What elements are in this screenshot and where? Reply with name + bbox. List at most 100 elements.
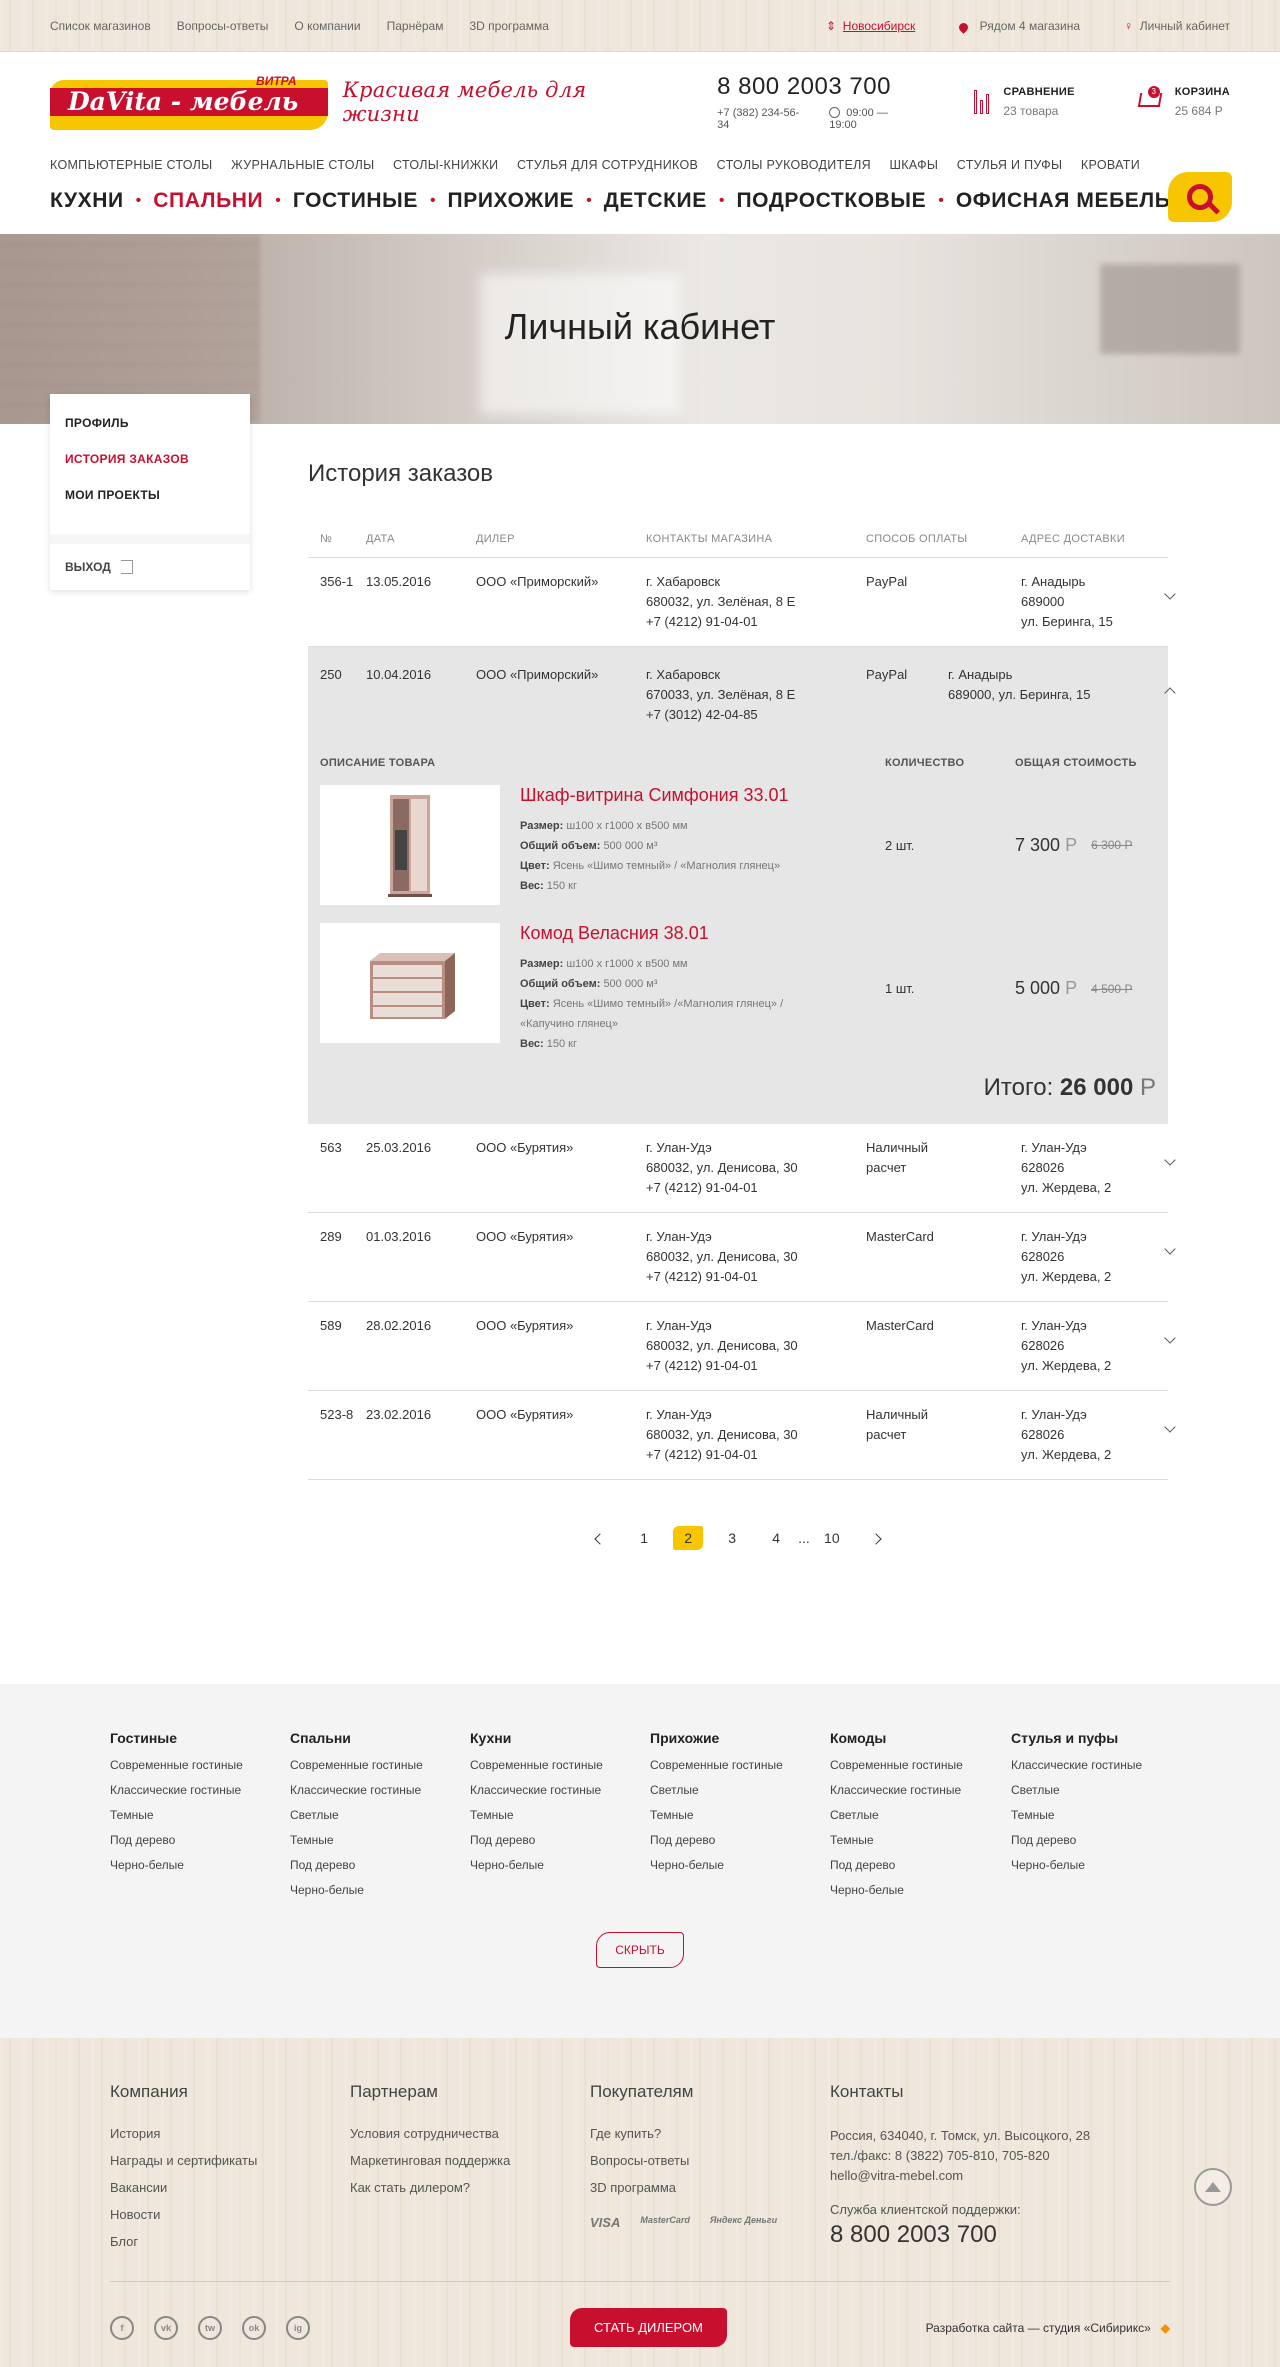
footer-link[interactable]: Блог <box>110 2234 350 2249</box>
table-row[interactable]: 289 01.03.2016 ООО «Бурятия» г. Улан-Удэ 68… <box>308 1213 1176 1302</box>
footer-link[interactable]: Где купить? <box>590 2126 830 2141</box>
catalog-link[interactable]: Под дерево <box>650 1833 830 1847</box>
twitter-icon[interactable]: tw <box>198 2315 222 2340</box>
scroll-top-button[interactable] <box>1194 2168 1232 2206</box>
catalog-link[interactable]: Темные <box>830 1833 1011 1847</box>
chevron-down-icon[interactable] <box>1164 1332 1176 1344</box>
catalog-link[interactable]: Современные гостиные <box>650 1758 830 1772</box>
chevron-down-icon[interactable] <box>1164 1154 1176 1166</box>
catalog-link[interactable]: Современные гостиные <box>290 1758 470 1772</box>
catalog-link[interactable]: Классические гостиные <box>470 1783 650 1797</box>
footer-link[interactable]: История <box>110 2126 350 2141</box>
table-row[interactable]: 563 25.03.2016 ООО «Бурятия» г. Улан-Удэ 68… <box>308 1124 1176 1213</box>
become-dealer-button[interactable]: СТАТЬ ДИЛЕРОМ <box>570 2308 727 2347</box>
page-link[interactable]: 10 <box>810 1530 854 1546</box>
topbar-link-stores[interactable]: Список магазинов <box>50 19 151 33</box>
catalog-link[interactable]: Черно-белые <box>650 1858 830 1872</box>
subnav-item[interactable]: ЖУРНАЛЬНЫЕ СТОЛЫ <box>231 158 374 172</box>
mainnav-living[interactable]: ГОСТИНЫЕ <box>293 189 418 213</box>
catalog-column-title[interactable]: Спальни <box>290 1730 470 1746</box>
catalog-link[interactable]: Под дерево <box>470 1833 650 1847</box>
catalog-link[interactable]: Современные гостиные <box>830 1758 1011 1772</box>
catalog-link[interactable]: Современные гостиные <box>110 1758 290 1772</box>
catalog-link[interactable]: Темные <box>290 1833 470 1847</box>
subnav-item[interactable]: СТОЛЫ РУКОВОДИТЕЛЯ <box>717 158 871 172</box>
chevron-down-icon[interactable] <box>1164 1243 1176 1255</box>
subnav-item[interactable]: КРОВАТИ <box>1081 158 1140 172</box>
catalog-link[interactable]: Классические гостиные <box>1011 1758 1191 1772</box>
search-button[interactable] <box>1168 172 1232 222</box>
topbar-link-3d[interactable]: 3D программа <box>469 19 548 33</box>
catalog-link[interactable]: Черно-белые <box>290 1883 470 1897</box>
hide-button[interactable]: СКРЫТЬ <box>596 1932 684 1968</box>
next-page-button[interactable] <box>854 1530 898 1546</box>
support-phone[interactable]: 8 800 2003 700 <box>830 2221 1130 2249</box>
subnav-item[interactable]: СТОЛЫ-КНИЖКИ <box>393 158 498 172</box>
catalog-link[interactable]: Классические гостиные <box>830 1783 1011 1797</box>
logo[interactable]: ВИТРА DaVita - мебель <box>50 74 328 130</box>
footer-link[interactable]: Как стать дилером? <box>350 2180 590 2195</box>
near-stores-link[interactable]: Рядом 4 магазина <box>957 19 1080 34</box>
mainnav-kitchens[interactable]: КУХНИ <box>50 189 124 213</box>
page-current[interactable]: 2 <box>673 1526 704 1550</box>
chevron-up-icon[interactable] <box>1164 687 1176 699</box>
topbar-link-about[interactable]: О компании <box>294 19 360 33</box>
chevron-down-icon[interactable] <box>1164 588 1176 600</box>
table-row[interactable]: 589 28.02.2016 ООО «Бурятия» г. Улан-Удэ 68… <box>308 1302 1176 1391</box>
page-link[interactable]: 4 <box>754 1530 798 1546</box>
phone-local[interactable]: +7 (382) 234-56-34 <box>717 107 807 131</box>
subnav-item[interactable]: ШКАФЫ <box>890 158 939 172</box>
catalog-link[interactable]: Светлые <box>1011 1783 1191 1797</box>
catalog-link[interactable]: Темные <box>470 1808 650 1822</box>
page-link[interactable]: 3 <box>710 1530 754 1546</box>
table-row[interactable]: 523-8 23.02.2016 ООО «Бурятия» г. Улан-Удэ… <box>308 1391 1176 1480</box>
product-name-link[interactable]: Шкаф-витрина Симфония 33.01 <box>520 785 885 806</box>
catalog-link[interactable]: Черно-белые <box>1011 1858 1191 1872</box>
catalog-link[interactable]: Классические гостиные <box>290 1783 470 1797</box>
footer-link[interactable]: Вакансии <box>110 2180 350 2195</box>
catalog-column-title[interactable]: Прихожие <box>650 1730 830 1746</box>
footer-link[interactable]: Вопросы-ответы <box>590 2153 830 2168</box>
sidebar-item-orders[interactable]: ИСТОРИЯ ЗАКАЗОВ <box>65 452 235 466</box>
instagram-icon[interactable]: ig <box>286 2315 310 2340</box>
catalog-column-title[interactable]: Комоды <box>830 1730 1011 1746</box>
subnav-item[interactable]: СТУЛЬЯ ДЛЯ СОТРУДНИКОВ <box>517 158 698 172</box>
footer-link[interactable]: Маркетинговая поддержка <box>350 2153 590 2168</box>
catalog-column-title[interactable]: Стулья и пуфы <box>1011 1730 1191 1746</box>
sidebar-item-profile[interactable]: ПРОФИЛЬ <box>65 416 235 430</box>
mainnav-kids[interactable]: ДЕТСКИЕ <box>604 189 707 213</box>
cart-link[interactable]: 3 КОРЗИНА 25 684 Р <box>1135 86 1230 118</box>
catalog-column-title[interactable]: Кухни <box>470 1730 650 1746</box>
footer-link[interactable]: 3D программа <box>590 2180 830 2195</box>
mainnav-hallways[interactable]: ПРИХОЖИЕ <box>448 189 575 213</box>
catalog-link[interactable]: Светлые <box>650 1783 830 1797</box>
city-selector[interactable]: ⇕ Новосибирск <box>826 19 915 33</box>
product-image-wardrobe[interactable] <box>320 785 500 905</box>
footer-link[interactable]: Условия сотрудничества <box>350 2126 590 2141</box>
subnav-item[interactable]: СТУЛЬЯ И ПУФЫ <box>957 158 1063 172</box>
mainnav-bedrooms[interactable]: СПАЛЬНИ <box>153 189 263 213</box>
catalog-link[interactable]: Светлые <box>290 1808 470 1822</box>
mainnav-office[interactable]: ОФИСНАЯ МЕБЕЛЬ <box>956 189 1171 213</box>
sidebar-item-projects[interactable]: МОИ ПРОЕКТЫ <box>65 488 235 502</box>
catalog-link[interactable]: Под дерево <box>290 1858 470 1872</box>
phone-main[interactable]: 8 800 2003 700 <box>717 73 914 101</box>
subnav-item[interactable]: КОМПЬЮТЕРНЫЕ СТОЛЫ <box>50 158 213 172</box>
table-row-expanded[interactable]: 250 10.04.2016 ООО «Приморский» г. Хабар… <box>308 647 1176 741</box>
topbar-link-faq[interactable]: Вопросы-ответы <box>177 19 269 33</box>
catalog-column-title[interactable]: Гостиные <box>110 1730 290 1746</box>
product-name-link[interactable]: Комод Веласния 38.01 <box>520 923 885 944</box>
footer-link[interactable]: Награды и сертификаты <box>110 2153 350 2168</box>
mainnav-teens[interactable]: ПОДРОСТКОВЫЕ <box>736 189 926 213</box>
catalog-link[interactable]: Под дерево <box>1011 1833 1191 1847</box>
contact-email[interactable]: hello@vitra-mebel.com <box>830 2166 1130 2186</box>
catalog-link[interactable]: Классические гостиные <box>110 1783 290 1797</box>
compare-link[interactable]: СРАВНЕНИЕ 23 товара <box>974 86 1074 118</box>
product-image-dresser[interactable] <box>320 923 500 1043</box>
page-link[interactable]: 1 <box>622 1530 666 1546</box>
vk-icon[interactable]: vk <box>154 2315 178 2340</box>
odnoklassniki-icon[interactable]: ok <box>242 2315 266 2340</box>
prev-page-button[interactable] <box>578 1530 622 1546</box>
catalog-link[interactable]: Темные <box>110 1808 290 1822</box>
chevron-down-icon[interactable] <box>1164 1421 1176 1433</box>
